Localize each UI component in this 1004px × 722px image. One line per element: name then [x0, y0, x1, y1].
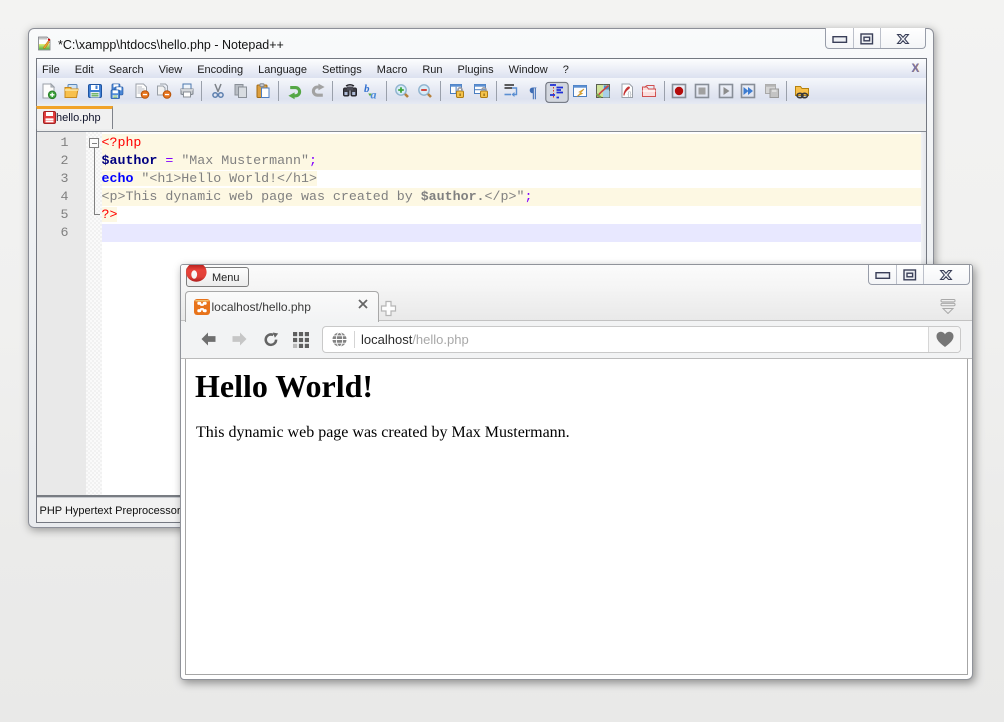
- svg-text:b: b: [364, 83, 370, 95]
- svg-text:{}: {}: [627, 92, 631, 98]
- svg-text:a: a: [370, 88, 376, 102]
- svg-text:¶: ¶: [529, 85, 537, 101]
